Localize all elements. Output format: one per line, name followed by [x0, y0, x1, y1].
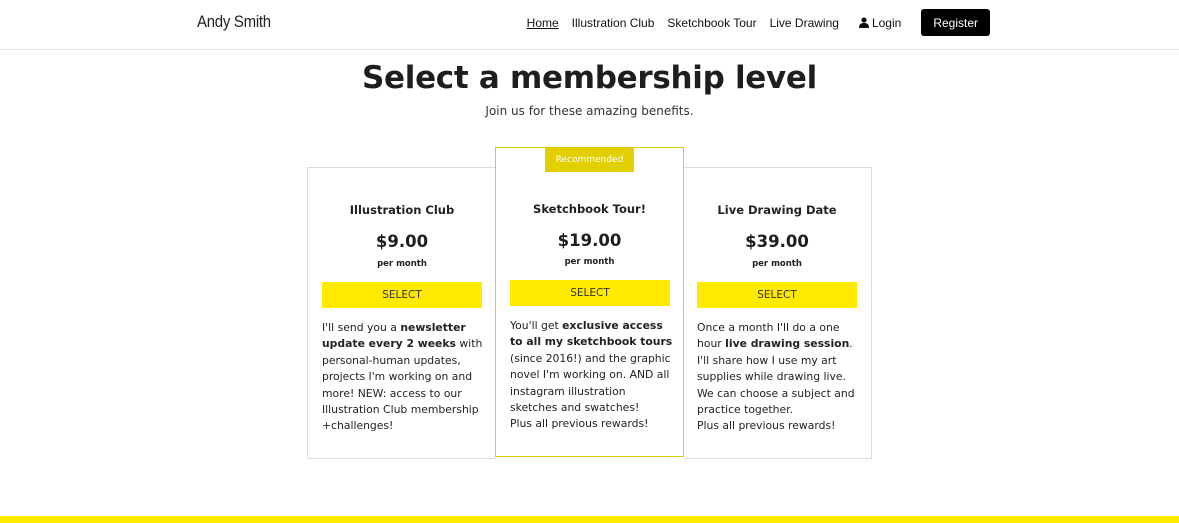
- description-text: You'll get: [510, 319, 563, 332]
- main-nav: Home Illustration Club Sketchbook Tour L…: [527, 9, 990, 36]
- select-button-illustration-club[interactable]: SELECT: [322, 282, 482, 308]
- plan-card-illustration-club: Illustration Club $9.00 per month SELECT…: [307, 167, 496, 459]
- description-text: with personal-human updates, projects I'…: [322, 337, 483, 433]
- plan-price: $9.00: [375, 232, 429, 251]
- recommended-badge: Recommended: [545, 148, 634, 172]
- plan-period: per month: [752, 259, 802, 269]
- brand-logo[interactable]: Andy Smith: [197, 12, 271, 32]
- plan-description: You'll get exclusive access to all my sk…: [510, 318, 675, 433]
- description-highlight: live drawing session: [725, 337, 850, 351]
- plan-card-sketchbook-tour: Recommended Sketchbook Tour! $19.00 per …: [495, 147, 684, 457]
- nav-illustration-club[interactable]: Illustration Club: [572, 16, 655, 30]
- login-label: Login: [871, 15, 902, 30]
- plan-period: per month: [377, 259, 427, 269]
- plan-period: per month: [564, 257, 615, 267]
- register-button[interactable]: Register: [921, 9, 990, 36]
- user-icon: [858, 17, 869, 28]
- plan-name: Illustration Club: [349, 203, 455, 217]
- plan-price: $39.00: [745, 232, 809, 251]
- description-text: Plus all previous rewards!: [697, 419, 836, 433]
- description-text: Plus all previous rewards!: [510, 417, 649, 431]
- page-subtitle: Join us for these amazing benefits.: [485, 104, 694, 118]
- plan-description: I'll send you a newsletter update every …: [322, 320, 487, 435]
- plan-card-live-drawing-date: Live Drawing Date $39.00 per month SELEC…: [683, 167, 872, 459]
- plan-price: $19.00: [557, 231, 622, 250]
- plan-name: Sketchbook Tour!: [533, 202, 646, 216]
- plan-description: Once a month I'll do a one hour live dra…: [697, 320, 862, 435]
- page-title: Select a membership level: [362, 60, 817, 96]
- description-text: I'll send you a: [322, 321, 401, 334]
- nav-home[interactable]: Home: [527, 16, 559, 30]
- nav-sketchbook-tour[interactable]: Sketchbook Tour: [667, 16, 756, 30]
- select-button-live-drawing-date[interactable]: SELECT: [697, 282, 857, 308]
- description-text: (since 2016!) and the graphic novel I'm …: [510, 351, 671, 415]
- select-button-sketchbook-tour[interactable]: SELECT: [510, 280, 670, 306]
- login-link[interactable]: Login: [858, 15, 902, 30]
- site-header: Andy Smith Home Illustration Club Sketch…: [0, 0, 1179, 50]
- footer-accent-bar: [0, 516, 1179, 523]
- nav-live-drawing[interactable]: Live Drawing: [770, 16, 839, 30]
- plan-name: Live Drawing Date: [717, 203, 837, 217]
